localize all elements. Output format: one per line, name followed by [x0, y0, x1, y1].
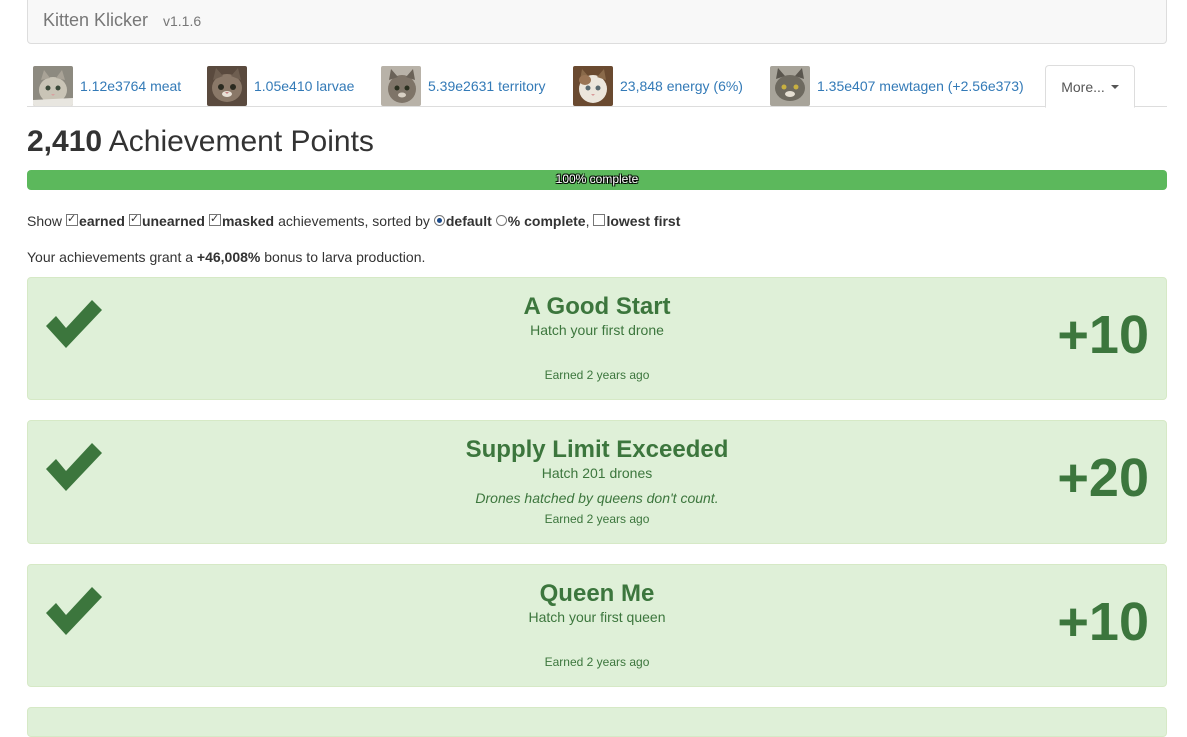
resource-tabs: 1.12e3764 meat 1.05e410 larvae 5.39e2631… — [27, 65, 1167, 108]
sort-percent-label: % complete — [507, 213, 586, 229]
tab-territory[interactable]: 5.39e2631 territory — [381, 65, 546, 107]
kitten-thumbnail-icon — [770, 66, 810, 106]
achievement-description: Hatch your first drone — [530, 322, 664, 338]
app-title[interactable]: Kitten Klicker — [43, 10, 148, 31]
achievement-note: Drones hatched by queens don't count. — [475, 490, 719, 506]
bonus-suffix: bonus to larva production. — [264, 249, 426, 265]
completion-progress: 100% complete — [27, 170, 1167, 190]
app-version: v1.1.6 — [163, 13, 202, 29]
kitten-thumbnail-icon — [381, 66, 421, 106]
achievement-points: +10 — [1057, 305, 1149, 365]
kitten-thumbnail-icon — [207, 66, 247, 106]
tab-label: 1.12e3764 meat — [80, 78, 182, 94]
tab-label: 23,848 energy (6%) — [620, 78, 743, 94]
achievement-card — [27, 707, 1167, 737]
page-title: 2,410 Achievement Points — [27, 125, 374, 159]
earned-checkbox[interactable] — [66, 212, 79, 226]
bonus-text: Your achievements grant a +46,008% bonus… — [27, 249, 425, 265]
unearned-label: unearned — [141, 213, 205, 229]
earned-label: earned — [79, 213, 125, 229]
tab-label: 5.39e2631 territory — [428, 78, 546, 94]
page: Kitten Klicker v1.1.6 1.12e3764 meat 1.0… — [0, 0, 1187, 737]
sorted-by-label: achievements, sorted by — [278, 213, 430, 229]
unearned-checkbox[interactable] — [128, 212, 141, 226]
lowest-first-checkbox[interactable] — [593, 214, 606, 226]
tab-mewtagen[interactable]: 1.35e407 mewtagen (+2.56e373) — [770, 65, 1024, 107]
tab-energy[interactable]: 23,848 energy (6%) — [573, 65, 743, 107]
kitten-thumbnail-icon — [33, 66, 73, 106]
filter-row: Show earned unearned masked achievements… — [27, 212, 681, 229]
achievement-description: Hatch 201 drones — [541, 465, 653, 481]
bonus-prefix: Your achievements grant a — [27, 249, 194, 265]
achievement-name: A Good Start — [523, 293, 671, 320]
achievement-earned: Earned 2 years ago — [544, 512, 650, 526]
achievement-card: Supply Limit Exceeded Hatch 201 drones D… — [27, 420, 1167, 544]
achievement-name: Queen Me — [539, 580, 655, 607]
kitten-thumbnail-icon — [573, 66, 613, 106]
tab-larvae[interactable]: 1.05e410 larvae — [207, 65, 354, 107]
achievement-earned: Earned 2 years ago — [544, 368, 650, 382]
sort-default-radio[interactable] — [433, 214, 445, 226]
masked-checkbox[interactable] — [208, 212, 221, 226]
achievement-description: Hatch your first queen — [528, 609, 666, 625]
show-label: Show — [27, 213, 63, 229]
caret-down-icon — [1110, 84, 1119, 89]
lowest-first-label: lowest first — [606, 213, 681, 229]
points-value: 2,410 — [27, 125, 103, 158]
separator-comma: , — [585, 213, 590, 229]
achievement-earned: Earned 2 years ago — [544, 655, 650, 669]
points-label: Achievement Points — [108, 125, 374, 158]
app-header: Kitten Klicker v1.1.6 — [27, 0, 1167, 44]
sort-percent-radio[interactable] — [495, 214, 507, 226]
bonus-value: +46,008% — [196, 249, 261, 265]
sort-default-label: default — [445, 213, 492, 229]
more-dropdown-tab[interactable]: More... — [1045, 65, 1135, 108]
achievement-card: Queen Me Hatch your first queen Earned 2… — [27, 564, 1167, 687]
progress-text: 100% complete — [555, 172, 639, 186]
achievement-name: Supply Limit Exceeded — [465, 436, 729, 463]
achievement-points: +10 — [1057, 592, 1149, 652]
more-label: More... — [1061, 78, 1105, 95]
masked-label: masked — [221, 213, 275, 229]
achievement-points: +20 — [1057, 448, 1149, 508]
achievement-card: A Good Start Hatch your first drone Earn… — [27, 277, 1167, 400]
tab-meat[interactable]: 1.12e3764 meat — [33, 65, 181, 107]
tab-label: 1.35e407 mewtagen (+2.56e373) — [817, 78, 1024, 94]
tab-label: 1.05e410 larvae — [254, 78, 355, 94]
